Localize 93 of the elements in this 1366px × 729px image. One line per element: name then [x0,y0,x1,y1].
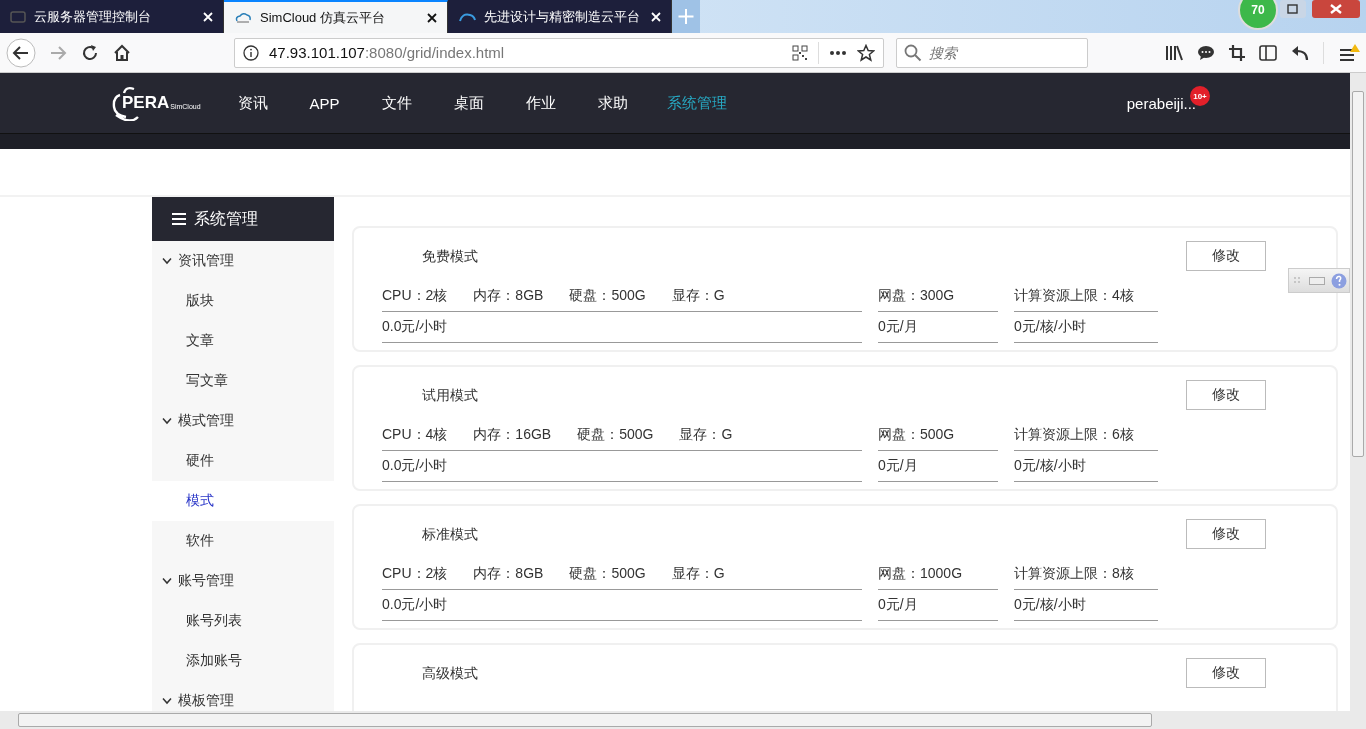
mode-title: 免费模式 [422,248,478,266]
core-price-field: 0元/核/小时 [1014,451,1158,482]
search-icon [904,43,922,62]
more-icon[interactable] [829,49,847,56]
cloud-logo-icon [234,11,252,24]
mode-title: 高级模式 [422,665,478,683]
monthly-price-field: 0元/月 [878,312,998,343]
nav-link[interactable]: 作业 [504,93,577,113]
hourly-price-field: 0.0元/小时 [382,590,862,621]
spec-text: 显存：G [671,565,725,583]
sidebar-group[interactable]: 资讯管理 [152,241,334,281]
horizontal-scrollbar[interactable] [0,711,1366,729]
netdisk-field: 网盘：300G [878,281,998,312]
reload-icon[interactable] [80,42,100,63]
info-icon [243,44,259,61]
sidebar-item[interactable]: 版块 [152,281,334,321]
nav-link[interactable]: 系统管理 [648,93,745,113]
sidebar-item[interactable]: 写文章 [152,361,334,401]
spec-text: 内存：8GB [473,565,544,583]
library-icon[interactable] [1165,44,1183,61]
url-text: 47.93.101.107:8080/grid/index.html [269,44,505,61]
spec-text: 显存：G [679,426,733,444]
nav-link[interactable]: 桌面 [432,93,505,113]
restore-icon[interactable] [1280,0,1306,18]
sidebar-title: 系统管理 [194,208,258,229]
sidebar-item[interactable]: 文章 [152,321,334,361]
spec-text: 硬盘：500G [569,565,646,583]
star-icon[interactable] [857,43,875,62]
tab-title: 云服务器管理控制台 [34,7,152,26]
menu-icon[interactable] [1338,43,1360,62]
chevron-down-icon [162,417,172,425]
core-price-field: 0元/核/小时 [1014,590,1158,621]
spec-text: CPU：2核 [382,565,448,583]
grip-icon [1293,275,1303,286]
chevron-down-icon [162,697,172,705]
search-field[interactable]: 搜索 [896,37,1088,68]
hourly-price-field: 0.0元/小时 [382,451,862,482]
crop-icon[interactable] [1229,44,1245,61]
chevron-down-icon [162,577,172,585]
edit-button[interactable]: 修改 [1186,241,1266,271]
mode-title: 试用模式 [422,387,478,405]
back-icon[interactable] [6,37,36,68]
vertical-scrollbar[interactable] [1350,73,1366,711]
spec-text: CPU：2核 [382,287,448,305]
nav-link[interactable]: 文件 [360,93,433,113]
console-icon [10,10,26,23]
core-price-field: 0元/核/小时 [1014,312,1158,343]
sidebar-group[interactable]: 账号管理 [152,561,334,601]
speed-badge: 70 [1238,0,1278,30]
nav-link[interactable]: 求助 [576,93,649,113]
close-icon[interactable] [427,12,437,23]
chevron-down-icon [162,257,172,265]
qr-code-icon [792,44,808,61]
browser-tab[interactable]: SimCloud 仿真云平台 [224,0,448,33]
edit-button[interactable]: 修改 [1186,380,1266,410]
netdisk-field: 网盘：500G [878,420,998,451]
monthly-price-field: 0元/月 [878,590,998,621]
tab-title: 先进设计与精密制造云平台 [484,7,641,26]
sidebar-item[interactable]: 账号列表 [152,601,334,641]
hourly-price-field: 0.0元/小时 [382,312,862,343]
undo-icon[interactable] [1291,44,1309,61]
netdisk-field: 网盘：1000G [878,559,998,590]
spec-text: 硬盘：500G [577,426,654,444]
browser-tab[interactable]: 先进设计与精密制造云平台 [448,0,672,33]
mode-title: 标准模式 [422,526,478,544]
monthly-price-field: 0元/月 [878,451,998,482]
keyboard-icon [1309,276,1325,285]
chat-icon[interactable] [1197,44,1215,61]
edit-button[interactable]: 修改 [1186,519,1266,549]
sidebar-item[interactable]: 模式 [152,481,334,521]
spec-text: 显存：G [671,287,725,305]
compute-limit-field: 计算资源上限：4核 [1014,281,1158,312]
spec-text: 内存：16GB [473,426,552,444]
edit-button[interactable]: 修改 [1186,658,1266,688]
sidebar-group[interactable]: 模式管理 [152,401,334,441]
browser-tab[interactable]: 云服务器管理控制台 [0,0,224,33]
nav-link[interactable]: APP [288,94,361,112]
sidebar-icon[interactable] [1259,44,1277,61]
compute-limit-field: 计算资源上限：6核 [1014,420,1158,451]
help-icon [1331,272,1347,289]
spec-text: CPU：4核 [382,426,448,444]
sidebar-group[interactable]: 模板管理 [152,681,334,711]
home-icon[interactable] [112,42,132,63]
sidebar-item[interactable]: 硬件 [152,441,334,481]
spec-text: 硬盘：500G [569,287,646,305]
spec-text: 内存：8GB [473,287,544,305]
nav-link[interactable]: 资讯 [216,93,289,113]
sidebar-item[interactable]: 软件 [152,521,334,561]
sidebar-item[interactable]: 添加账号 [152,641,334,681]
tab-title: SimCloud 仿真云平台 [260,8,386,27]
address-bar[interactable]: 47.93.101.107:8080/grid/index.html [234,37,884,68]
compute-limit-field: 计算资源上限：8核 [1014,559,1158,590]
menu-icon [172,213,186,225]
